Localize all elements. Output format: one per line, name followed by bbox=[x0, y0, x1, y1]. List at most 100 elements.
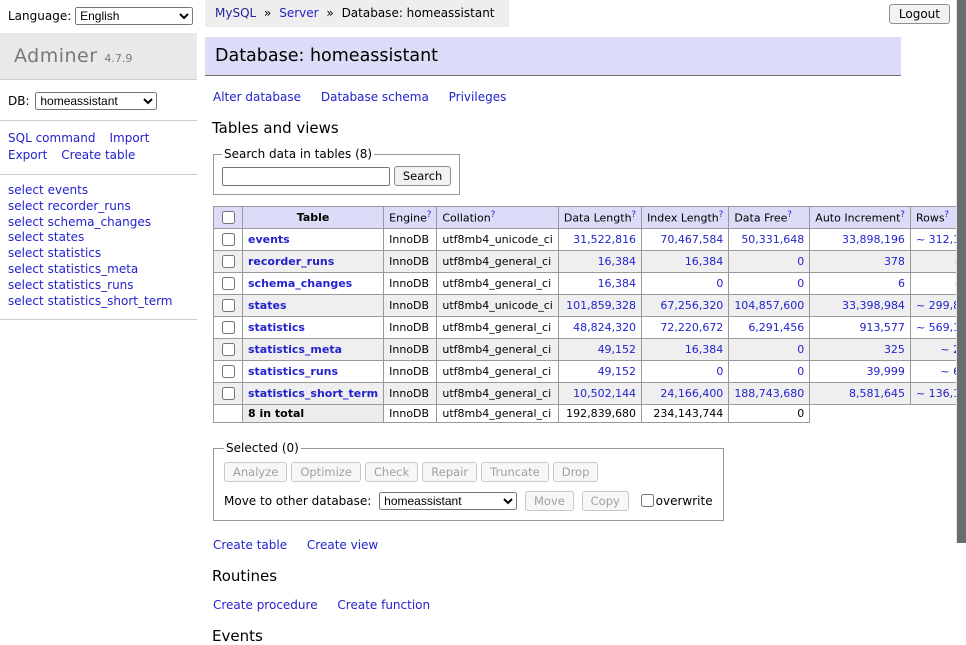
data-free-link[interactable]: 6,291,456 bbox=[748, 321, 804, 334]
table-name-link[interactable]: statistics_runs bbox=[248, 365, 338, 378]
create-procedure-link[interactable]: Create procedure bbox=[213, 598, 318, 612]
move-db-select[interactable]: homeassistant bbox=[379, 492, 517, 510]
table-name-link[interactable]: states bbox=[248, 299, 287, 312]
select-link[interactable]: select bbox=[8, 183, 44, 197]
create-table-link-sidebar[interactable]: Create table bbox=[61, 148, 135, 162]
auto-increment-link[interactable]: 378 bbox=[884, 255, 905, 268]
data-length-link[interactable]: 49,152 bbox=[598, 343, 637, 356]
breadcrumb-mysql-link[interactable]: MySQL bbox=[215, 6, 256, 20]
hint-link[interactable]: ? bbox=[945, 210, 950, 220]
check-button[interactable]: Check bbox=[365, 462, 418, 482]
row-checkbox[interactable] bbox=[222, 343, 235, 356]
select-link[interactable]: select bbox=[8, 246, 44, 260]
data-free-link[interactable]: 0 bbox=[797, 343, 804, 356]
data-free-link[interactable]: 0 bbox=[797, 277, 804, 290]
auto-increment-link[interactable]: 33,398,984 bbox=[842, 299, 905, 312]
table-name-link[interactable]: statistics_short_term bbox=[48, 294, 173, 308]
data-length-link[interactable]: 16,384 bbox=[598, 255, 637, 268]
table-name-link[interactable]: schema_changes bbox=[48, 215, 151, 229]
table-name-link[interactable]: statistics bbox=[48, 246, 102, 260]
select-link[interactable]: select bbox=[8, 278, 44, 292]
analyze-button[interactable]: Analyze bbox=[224, 462, 287, 482]
table-name-link[interactable]: states bbox=[48, 230, 85, 244]
row-checkbox[interactable] bbox=[222, 321, 235, 334]
row-checkbox[interactable] bbox=[222, 299, 235, 312]
repair-button[interactable]: Repair bbox=[422, 462, 477, 482]
row-checkbox[interactable] bbox=[222, 277, 235, 290]
table-name-link[interactable]: events bbox=[248, 233, 290, 246]
language-select[interactable]: English bbox=[75, 7, 193, 25]
alter-database-link[interactable]: Alter database bbox=[213, 90, 301, 104]
data-free-link[interactable]: 188,743,680 bbox=[734, 387, 804, 400]
index-length-link[interactable]: 0 bbox=[716, 277, 723, 290]
privileges-link[interactable]: Privileges bbox=[449, 90, 507, 104]
overwrite-checkbox[interactable] bbox=[641, 494, 654, 507]
data-length-link[interactable]: 16,384 bbox=[598, 277, 637, 290]
data-length-link[interactable]: 49,152 bbox=[598, 365, 637, 378]
db-select[interactable]: homeassistant bbox=[35, 92, 157, 110]
table-name-link[interactable]: statistics_short_term bbox=[248, 387, 378, 400]
select-link[interactable]: select bbox=[8, 230, 44, 244]
select-link[interactable]: select bbox=[8, 262, 44, 276]
auto-increment-link[interactable]: 325 bbox=[884, 343, 905, 356]
database-schema-link[interactable]: Database schema bbox=[321, 90, 429, 104]
create-table-link[interactable]: Create table bbox=[213, 538, 287, 552]
select-link[interactable]: select bbox=[8, 199, 44, 213]
data-length-link[interactable]: 10,502,144 bbox=[573, 387, 636, 400]
search-input[interactable] bbox=[222, 167, 390, 186]
breadcrumb-server-link[interactable]: Server bbox=[279, 6, 318, 20]
data-free-link[interactable]: 0 bbox=[797, 365, 804, 378]
hint-link[interactable]: ? bbox=[787, 210, 792, 220]
data-free-link[interactable]: 104,857,600 bbox=[734, 299, 804, 312]
hint-link[interactable]: ? bbox=[632, 210, 637, 220]
auto-increment-link[interactable]: 913,577 bbox=[859, 321, 905, 334]
table-name-link[interactable]: statistics_meta bbox=[48, 262, 139, 276]
index-length-link[interactable]: 70,467,584 bbox=[660, 233, 723, 246]
select-link[interactable]: select bbox=[8, 294, 44, 308]
data-free-link[interactable]: 50,331,648 bbox=[741, 233, 804, 246]
logout-button[interactable]: Logout bbox=[889, 4, 950, 24]
select-link[interactable]: select bbox=[8, 215, 44, 229]
auto-increment-link[interactable]: 39,999 bbox=[866, 365, 905, 378]
index-length-link[interactable]: 0 bbox=[716, 365, 723, 378]
table-name-link[interactable]: statistics_runs bbox=[48, 278, 134, 292]
truncate-button[interactable]: Truncate bbox=[481, 462, 549, 482]
export-link[interactable]: Export bbox=[8, 148, 47, 162]
hint-link[interactable]: ? bbox=[491, 210, 496, 220]
row-checkbox[interactable] bbox=[222, 255, 235, 268]
drop-button[interactable]: Drop bbox=[553, 462, 599, 482]
index-length-link[interactable]: 16,384 bbox=[685, 343, 724, 356]
move-button[interactable]: Move bbox=[525, 491, 574, 511]
hint-link[interactable]: ? bbox=[900, 210, 905, 220]
table-name-link[interactable]: recorder_runs bbox=[248, 255, 334, 268]
create-view-link[interactable]: Create view bbox=[307, 538, 378, 552]
vertical-scrollbar[interactable] bbox=[956, 0, 966, 543]
table-name-link[interactable]: schema_changes bbox=[248, 277, 352, 290]
index-length-link[interactable]: 67,256,320 bbox=[660, 299, 723, 312]
table-name-link[interactable]: statistics bbox=[248, 321, 305, 334]
table-name-link[interactable]: events bbox=[48, 183, 88, 197]
sql-command-link[interactable]: SQL command bbox=[8, 131, 95, 145]
index-length-link[interactable]: 24,166,400 bbox=[660, 387, 723, 400]
data-length-link[interactable]: 101,859,328 bbox=[566, 299, 636, 312]
table-name-link[interactable]: statistics_meta bbox=[248, 343, 342, 356]
hint-link[interactable]: ? bbox=[427, 210, 432, 220]
adminer-logo-text[interactable]: Adminer bbox=[14, 45, 98, 67]
index-length-link[interactable]: 72,220,672 bbox=[660, 321, 723, 334]
auto-increment-link[interactable]: 33,898,196 bbox=[842, 233, 905, 246]
table-name-link[interactable]: recorder_runs bbox=[48, 199, 131, 213]
hint-link[interactable]: ? bbox=[719, 210, 724, 220]
auto-increment-link[interactable]: 6 bbox=[898, 277, 905, 290]
data-free-link[interactable]: 0 bbox=[797, 255, 804, 268]
row-checkbox[interactable] bbox=[222, 387, 235, 400]
optimize-button[interactable]: Optimize bbox=[291, 462, 361, 482]
row-checkbox[interactable] bbox=[222, 233, 235, 246]
search-button[interactable]: Search bbox=[394, 166, 452, 186]
data-length-link[interactable]: 48,824,320 bbox=[573, 321, 636, 334]
auto-increment-link[interactable]: 8,581,645 bbox=[849, 387, 905, 400]
copy-button[interactable]: Copy bbox=[582, 491, 629, 511]
data-length-link[interactable]: 31,522,816 bbox=[573, 233, 636, 246]
row-checkbox[interactable] bbox=[222, 365, 235, 378]
select-all-checkbox[interactable] bbox=[222, 211, 235, 224]
import-link[interactable]: Import bbox=[109, 131, 149, 145]
